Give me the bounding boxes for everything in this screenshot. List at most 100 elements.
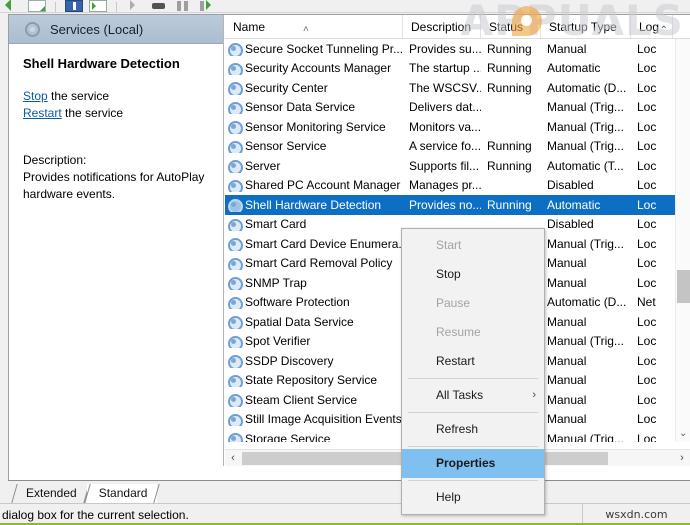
table-row[interactable]: Sensor Monitoring Service Monitors va... M… bbox=[225, 117, 690, 137]
cell-name: Smart Card Device Enumera.. bbox=[225, 237, 403, 251]
table-row[interactable]: Server Supports fil... Running Automatic (T… bbox=[225, 156, 690, 176]
cell-log-on-as: Loc bbox=[637, 412, 657, 427]
back-arrow-icon[interactable] bbox=[4, 0, 22, 12]
export-list-icon[interactable] bbox=[28, 0, 46, 12]
cell-status: Running bbox=[487, 139, 532, 154]
properties-icon[interactable] bbox=[65, 0, 83, 12]
menu-item-label: Restart bbox=[436, 354, 475, 368]
service-name-text: Software Protection bbox=[245, 295, 350, 310]
cell-startup-type: Automatic (T... bbox=[547, 158, 624, 173]
menu-item-properties[interactable]: Properties bbox=[402, 449, 544, 478]
service-gear-icon bbox=[227, 296, 243, 310]
cell-log-on-as: Loc bbox=[637, 431, 657, 442]
cell-log-on-as: Loc bbox=[637, 392, 657, 407]
vertical-scrollbar-thumb[interactable] bbox=[677, 270, 690, 303]
cell-description: A service fo... bbox=[409, 139, 481, 154]
restart-service-link[interactable]: Restart bbox=[23, 106, 62, 120]
service-gear-icon bbox=[227, 62, 243, 76]
cell-status: Running bbox=[487, 80, 532, 95]
scroll-left-arrow-icon[interactable]: ‹ bbox=[225, 452, 241, 464]
table-row[interactable]: Shared PC Account Manager Manages pr... Di… bbox=[225, 176, 690, 196]
service-name-text: Steam Client Service bbox=[245, 392, 358, 407]
cell-description: Delivers dat... bbox=[409, 100, 481, 115]
cell-startup-type: Automatic bbox=[547, 61, 601, 76]
sort-ascending-icon: ˄ bbox=[303, 23, 309, 35]
services-gear-icon bbox=[25, 21, 40, 37]
cell-log-on-as: Loc bbox=[637, 373, 657, 388]
cell-description: Supports fil... bbox=[409, 158, 480, 173]
cell-log-on-as: Loc bbox=[637, 275, 657, 290]
menu-item-label: Properties bbox=[436, 456, 496, 470]
menu-item-stop[interactable]: Stop bbox=[402, 260, 544, 289]
service-gear-icon bbox=[227, 354, 243, 368]
cell-log-on-as: Loc bbox=[637, 256, 657, 271]
cell-startup-type: Disabled bbox=[547, 217, 594, 232]
service-gear-icon bbox=[227, 42, 243, 56]
service-gear-icon bbox=[227, 179, 243, 193]
column-header-row: Name ˄ Description Status Startup Type L… bbox=[225, 15, 690, 39]
table-row[interactable]: Sensor Service A service fo... Running Manu… bbox=[225, 137, 690, 157]
toolbar bbox=[0, 0, 690, 13]
start-service-icon[interactable] bbox=[89, 0, 107, 12]
play-icon[interactable] bbox=[126, 0, 144, 12]
table-row[interactable]: Security Accounts Manager The startup ...… bbox=[225, 59, 690, 79]
menu-item-refresh[interactable]: Refresh bbox=[402, 415, 544, 444]
cell-log-on-as: Loc bbox=[637, 100, 657, 115]
cell-name: Secure Socket Tunneling Pr... bbox=[225, 42, 403, 56]
cell-startup-type: Manual bbox=[547, 275, 587, 290]
service-gear-icon bbox=[227, 432, 243, 442]
service-name-text: Smart Card bbox=[245, 217, 307, 232]
cell-status: Running bbox=[487, 158, 532, 173]
restart-service-suffix: the service bbox=[61, 106, 124, 120]
pause-icon[interactable] bbox=[174, 0, 192, 12]
menu-item-start: Start bbox=[402, 231, 544, 260]
cell-log-on-as: Loc bbox=[637, 41, 657, 56]
table-row[interactable]: Sensor Data Service Delivers dat... Manual… bbox=[225, 98, 690, 118]
description-line-1: Provides notifications for AutoPlay bbox=[23, 170, 205, 184]
cell-startup-type: Manual bbox=[547, 392, 587, 407]
table-row[interactable]: Secure Socket Tunneling Pr... Provides su… bbox=[225, 39, 690, 59]
cell-startup-type: Disabled bbox=[547, 178, 594, 193]
cell-startup-type: Manual bbox=[547, 256, 587, 271]
cell-name: SSDP Discovery bbox=[225, 354, 403, 368]
service-gear-icon bbox=[227, 159, 243, 173]
menu-item-label: Help bbox=[436, 490, 461, 504]
service-name-text: Still Image Acquisition Events bbox=[245, 412, 402, 427]
vertical-scrollbar[interactable]: ⌄ bbox=[675, 39, 690, 442]
service-name-text: Spot Verifier bbox=[245, 334, 311, 349]
pane-header: Services (Local) bbox=[9, 15, 223, 44]
menu-item-restart[interactable]: Restart bbox=[402, 347, 544, 376]
table-row[interactable]: Shell Hardware Detection Provides no... Ru… bbox=[225, 195, 690, 215]
menu-separator bbox=[408, 480, 538, 481]
status-bar: dialog box for the current selection. ws… bbox=[0, 503, 690, 525]
service-name-text: Spatial Data Service bbox=[245, 314, 354, 329]
status-bar-site-label: wsxdn.com bbox=[582, 504, 690, 525]
menu-item-help[interactable]: Help bbox=[402, 483, 544, 512]
cell-startup-type: Manual bbox=[547, 373, 587, 388]
service-context-menu[interactable]: Start Stop Pause Resume Restart All Tasks › Ref… bbox=[401, 228, 545, 515]
scroll-down-chevron-icon[interactable]: ⌄ bbox=[679, 428, 687, 439]
stop-service-link[interactable]: Stop bbox=[23, 89, 48, 103]
stop-icon[interactable] bbox=[150, 0, 168, 12]
cell-description: The startup ... bbox=[409, 61, 481, 76]
restart-icon[interactable] bbox=[198, 0, 216, 12]
column-header-log-on-as[interactable]: Log ⌃ bbox=[631, 15, 673, 39]
service-name-text: Security Accounts Manager bbox=[245, 61, 392, 76]
column-header-description[interactable]: Description bbox=[403, 15, 481, 39]
menu-item-all-tasks[interactable]: All Tasks › bbox=[402, 381, 544, 410]
cell-startup-type: Manual (Trig... bbox=[547, 334, 624, 349]
cell-name: Smart Card Removal Policy bbox=[225, 256, 403, 271]
stop-service-suffix: the service bbox=[47, 89, 110, 103]
cell-name: Server bbox=[225, 159, 403, 173]
cell-log-on-as: Loc bbox=[637, 119, 657, 134]
tab-extended[interactable]: Extended bbox=[14, 484, 87, 503]
column-header-startup-type[interactable]: Startup Type bbox=[541, 15, 631, 39]
cell-description: Provides su... bbox=[409, 41, 481, 56]
table-row[interactable]: Security Center The WSCSV... Running Automa… bbox=[225, 78, 690, 98]
scroll-right-arrow-icon[interactable]: › bbox=[674, 452, 690, 464]
cell-startup-type: Manual (Trig... bbox=[547, 431, 624, 442]
tab-standard[interactable]: Standard bbox=[86, 484, 158, 503]
column-header-name[interactable]: Name ˄ bbox=[225, 15, 403, 39]
cell-startup-type: Manual bbox=[547, 314, 587, 329]
cell-name: SNMP Trap bbox=[225, 276, 403, 290]
